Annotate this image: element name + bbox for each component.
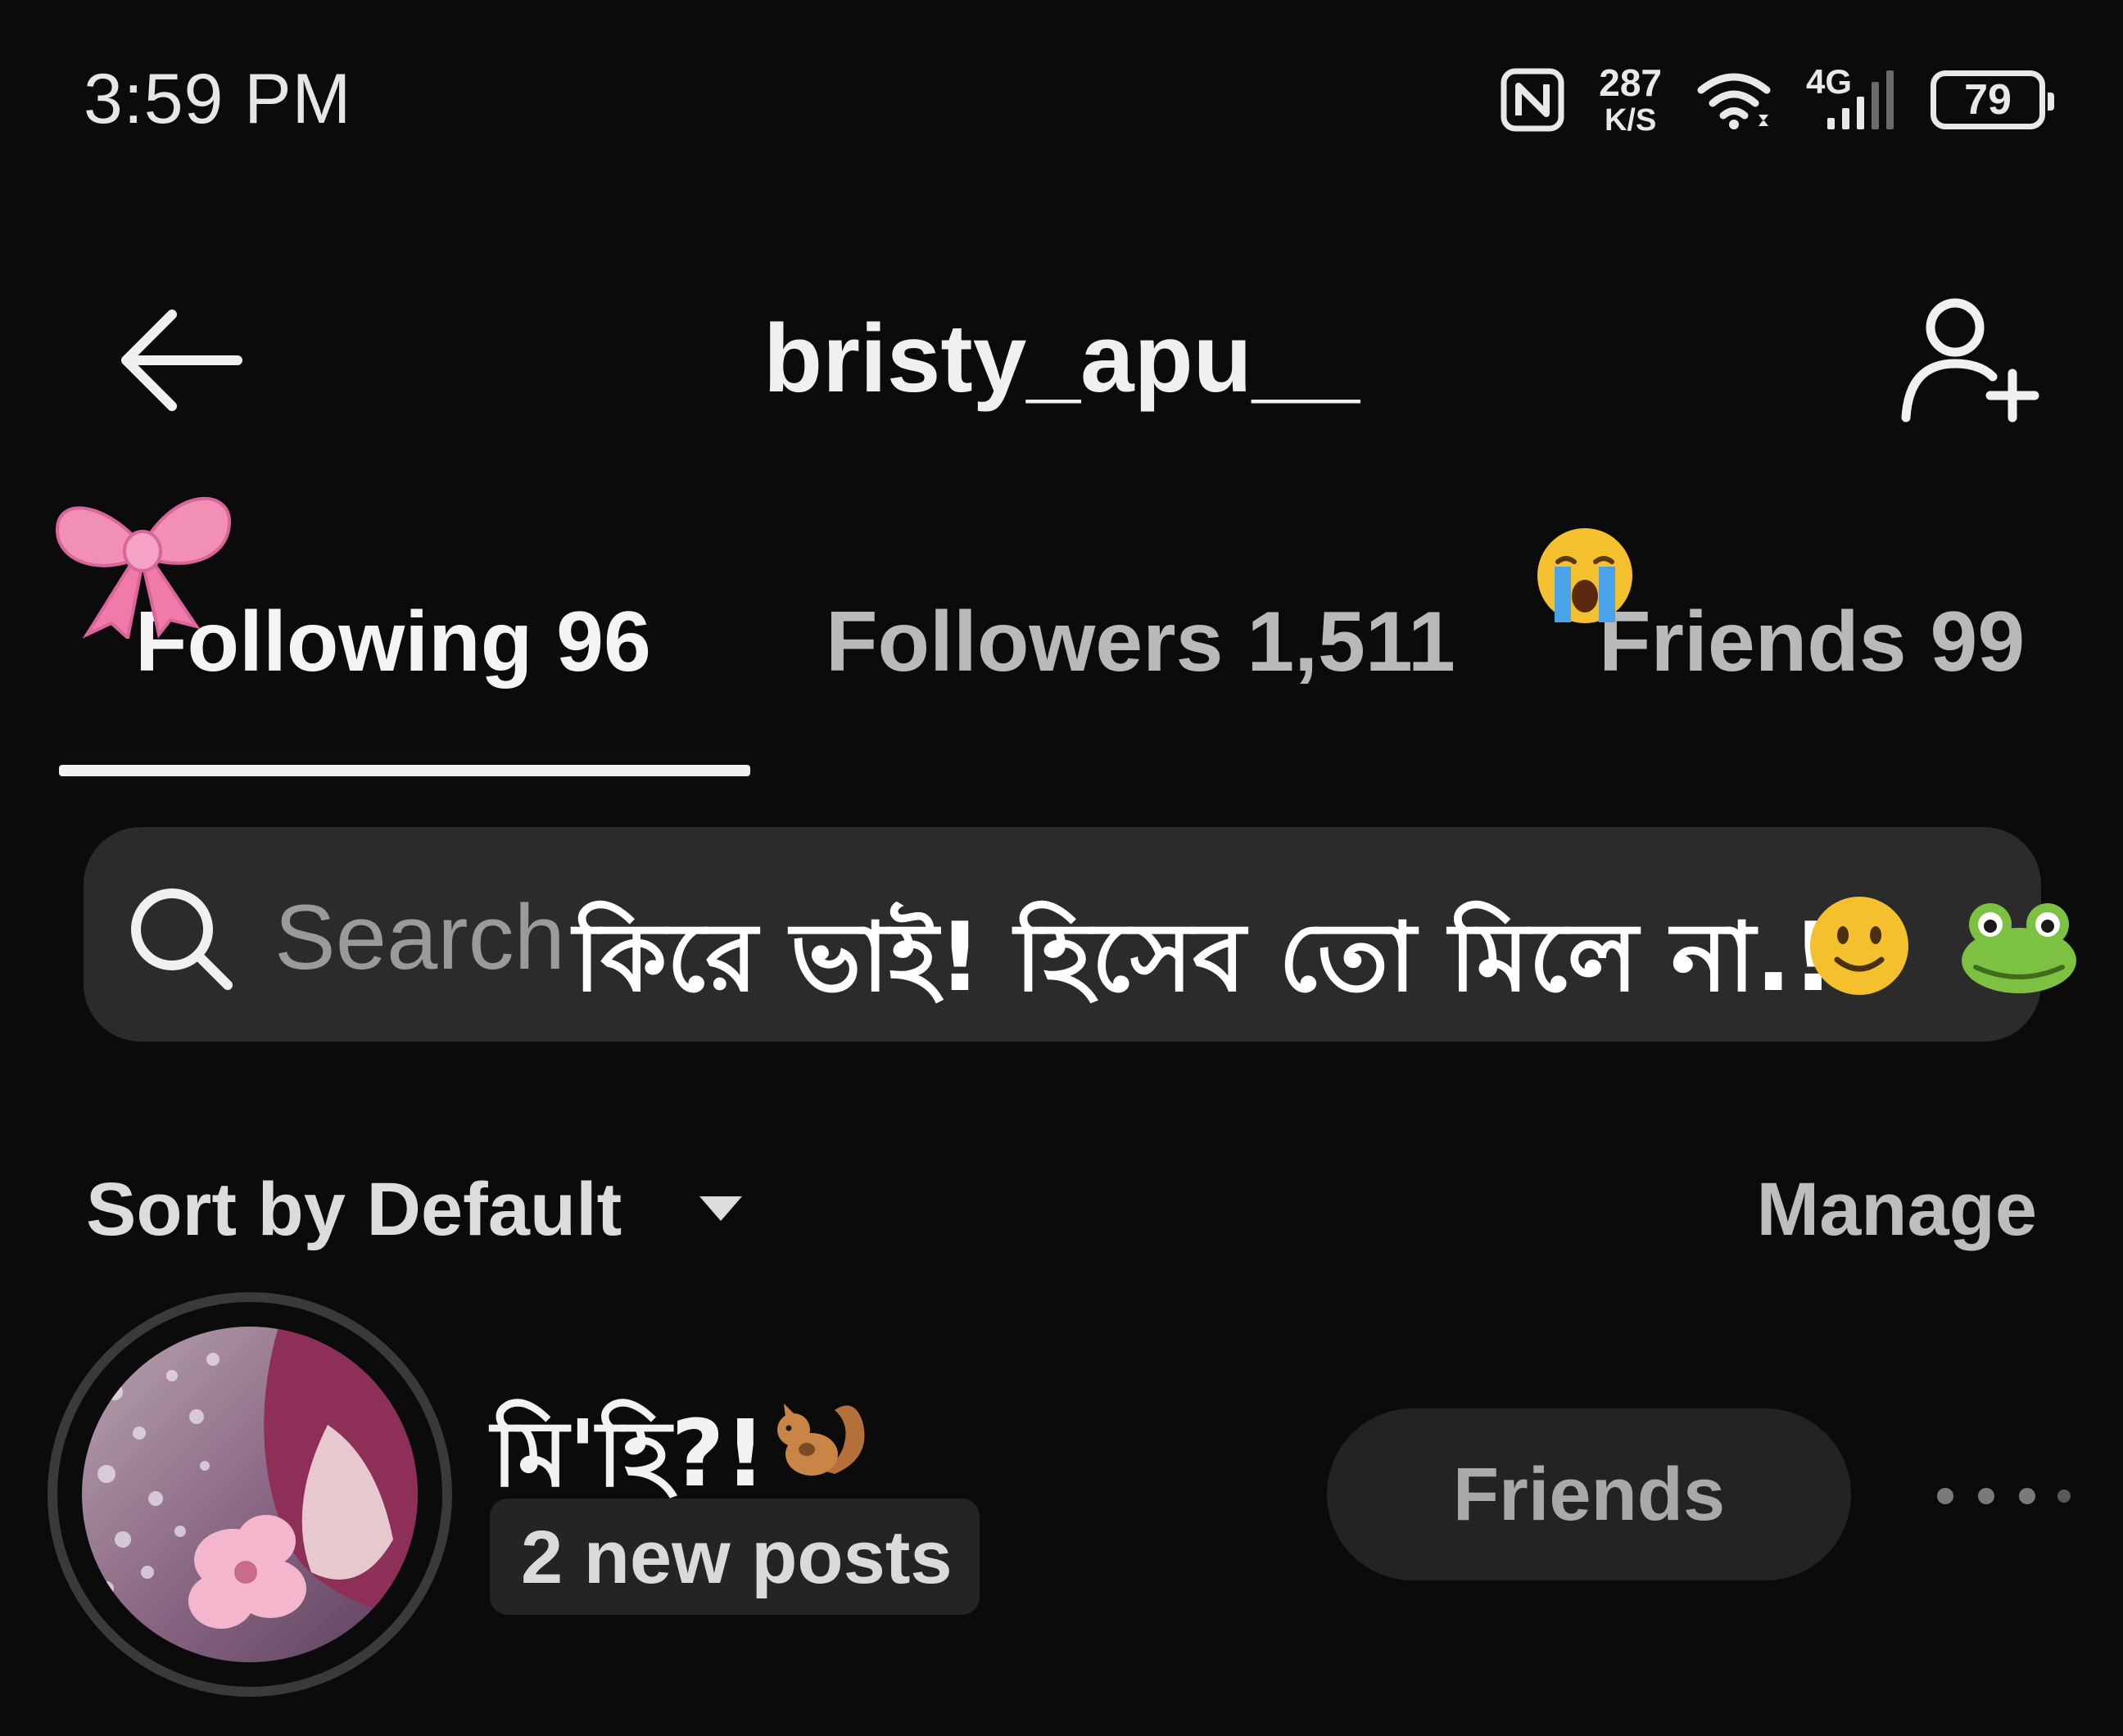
- network-speed: 287 K/S: [1599, 64, 1662, 136]
- tab-followers[interactable]: Followers 1,511: [826, 594, 1455, 691]
- network-speed-unit: K/S: [1604, 103, 1657, 138]
- more-options-icon[interactable]: [1921, 1484, 2085, 1508]
- pink-bow-icon: [55, 496, 232, 639]
- manage-button[interactable]: Manage: [1756, 1167, 2037, 1253]
- battery-icon: 79: [1931, 70, 2054, 129]
- chevron-down-icon[interactable]: [696, 1191, 745, 1224]
- avatar[interactable]: [82, 1327, 418, 1662]
- crying-face-emoji: [1537, 528, 1632, 623]
- search-input[interactable]: Search: [274, 884, 565, 990]
- slightly-smiling-face-emoji: [1810, 897, 1908, 995]
- page-title: bristy_apu__: [763, 305, 1360, 413]
- status-time: 3:59 PM: [84, 60, 352, 138]
- active-tab-indicator: [59, 765, 750, 776]
- signal-icon: 4G: [1806, 62, 1896, 133]
- status-icons: 287 K/S 4G 79: [1501, 59, 2054, 141]
- add-user-icon[interactable]: [1898, 295, 2041, 426]
- wifi-icon: [1697, 73, 1771, 129]
- search-icon: [131, 888, 233, 990]
- frog-face-emoji: [1962, 903, 2076, 993]
- overlay-caption: কিরে ভাই! হিসেব তো মিলে না.!!: [573, 902, 1879, 1013]
- network-speed-value: 287: [1599, 61, 1662, 104]
- nfc-icon: [1501, 68, 1564, 132]
- tab-friends[interactable]: Friends 99: [1599, 594, 2025, 691]
- friends-button-label[interactable]: Friends: [1327, 1408, 1851, 1580]
- squirrel-emoji: [777, 1404, 865, 1476]
- new-posts-text: 2 new posts: [521, 1516, 953, 1599]
- battery-level: 79: [1964, 76, 2012, 124]
- sort-dropdown[interactable]: Sort by Default: [86, 1167, 622, 1253]
